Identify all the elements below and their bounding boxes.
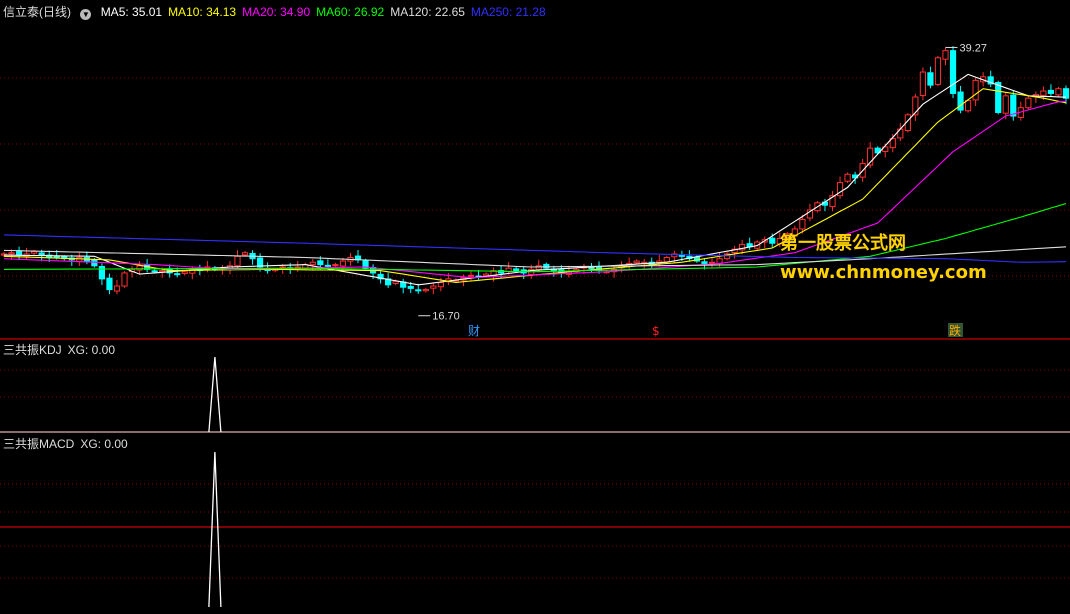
- ma-line-ma250: [3, 234, 1067, 263]
- grid-lines: [0, 77, 1070, 579]
- ma-legend-item: MA5: 35.01: [100, 5, 163, 19]
- event-marker: 财: [468, 324, 480, 338]
- candle-body: [1040, 90, 1047, 96]
- ma-line-ma5: [3, 73, 1067, 286]
- candle-body: [934, 57, 942, 85]
- ma-legend-item: MA20: 34.90: [242, 5, 311, 19]
- candlesticks: [0, 46, 1070, 295]
- high-price-label: 39.27: [959, 42, 987, 54]
- candle-body: [181, 271, 188, 274]
- macd-title: 三共振MACD: [3, 437, 75, 451]
- candle-body: [678, 254, 685, 257]
- candle-body: [957, 91, 964, 111]
- chart-canvas: 39.27 16.70 财 $ 跌: [0, 42, 1070, 608]
- watermark-title: 第一股票公式网: [780, 233, 906, 254]
- candle-body: [927, 72, 934, 86]
- macd-value: XG: 0.00: [80, 437, 128, 451]
- candle-body: [1010, 94, 1017, 117]
- dropdown-icon[interactable]: ▼: [80, 9, 92, 20]
- candle-body: [324, 264, 331, 267]
- candle-body: [15, 250, 23, 256]
- candle-body: [106, 277, 113, 291]
- candle-body: [972, 79, 979, 101]
- candle-body: [339, 260, 347, 267]
- candle-body: [1002, 95, 1009, 114]
- candle-body: [467, 274, 475, 277]
- candle-body: [663, 256, 670, 263]
- candle-body: [1055, 88, 1062, 96]
- candle-body: [949, 50, 957, 94]
- candle-body: [995, 82, 1002, 113]
- candle-body: [513, 268, 520, 272]
- candle-body: [8, 252, 15, 255]
- macd-xg-spike: [208, 451, 222, 608]
- candle-body: [1025, 97, 1032, 109]
- kdj-value: XG: 0.00: [67, 343, 116, 357]
- candle-body: [769, 237, 776, 244]
- candle-body: [31, 251, 38, 254]
- candle-body: [241, 252, 249, 256]
- candle-body: [799, 218, 806, 230]
- event-marker: $: [652, 324, 660, 338]
- candle-body: [174, 273, 181, 276]
- candle-body: [309, 261, 316, 266]
- chart-stage: 39.27 16.70 财 $ 跌 信立泰(日线) ▼ MA5: 35.01 MA10: …: [0, 0, 1070, 609]
- candle-body: [588, 267, 595, 270]
- kdj-xg-spike: [208, 356, 222, 433]
- candle-body: [964, 100, 972, 112]
- annotations: 39.27 16.70 财 $ 跌: [418, 42, 987, 338]
- candle-body: [942, 50, 949, 60]
- main-title: 信立泰(日线): [3, 5, 71, 19]
- low-price-label: 16.70: [432, 311, 460, 323]
- macd-header: 三共振MACD XG: 0.00: [3, 435, 134, 452]
- candle-body: [919, 71, 926, 97]
- candle-body: [151, 270, 158, 273]
- candle-body: [422, 289, 429, 292]
- candle-body: [159, 270, 166, 273]
- candle-body: [415, 289, 422, 292]
- candle-body: [407, 285, 414, 289]
- candle-body: [701, 261, 708, 264]
- candle-body: [121, 272, 128, 287]
- candle-body: [1047, 89, 1055, 94]
- candle-body: [633, 260, 640, 264]
- sub-panels: [208, 356, 222, 608]
- ma-legend-item: MA10: 34.13: [168, 5, 237, 19]
- ma-legend-item: MA60: 26.92: [316, 5, 385, 19]
- candle-body: [332, 264, 339, 267]
- candle-body: [98, 266, 106, 280]
- ma-legend: MA5: 35.01 MA10: 34.13 MA20: 34.90 MA60: 26…: [101, 5, 552, 19]
- ma-legend-item: MA120: 22.65: [390, 5, 465, 19]
- watermark-url: www.chnmoney.com: [780, 262, 987, 283]
- moving-average-lines: [3, 73, 1067, 286]
- event-marker: 跌: [949, 323, 961, 338]
- candle-body: [317, 260, 324, 266]
- candle-body: [844, 173, 851, 182]
- candle-body: [38, 252, 45, 256]
- main-header: 信立泰(日线) ▼ MA5: 35.01 MA10: 34.13 MA20: 34.…: [3, 3, 558, 20]
- ma-legend-item: MA250: 21.28: [470, 5, 546, 19]
- kdj-title: 三共振KDJ: [3, 343, 62, 357]
- kdj-header: 三共振KDJ XG: 0.00: [3, 341, 121, 358]
- candle-body: [437, 281, 444, 288]
- candle-body: [708, 261, 716, 264]
- candle-body: [234, 255, 241, 267]
- candle-body: [113, 285, 121, 292]
- candle-body: [136, 265, 143, 271]
- candle-body: [430, 285, 437, 289]
